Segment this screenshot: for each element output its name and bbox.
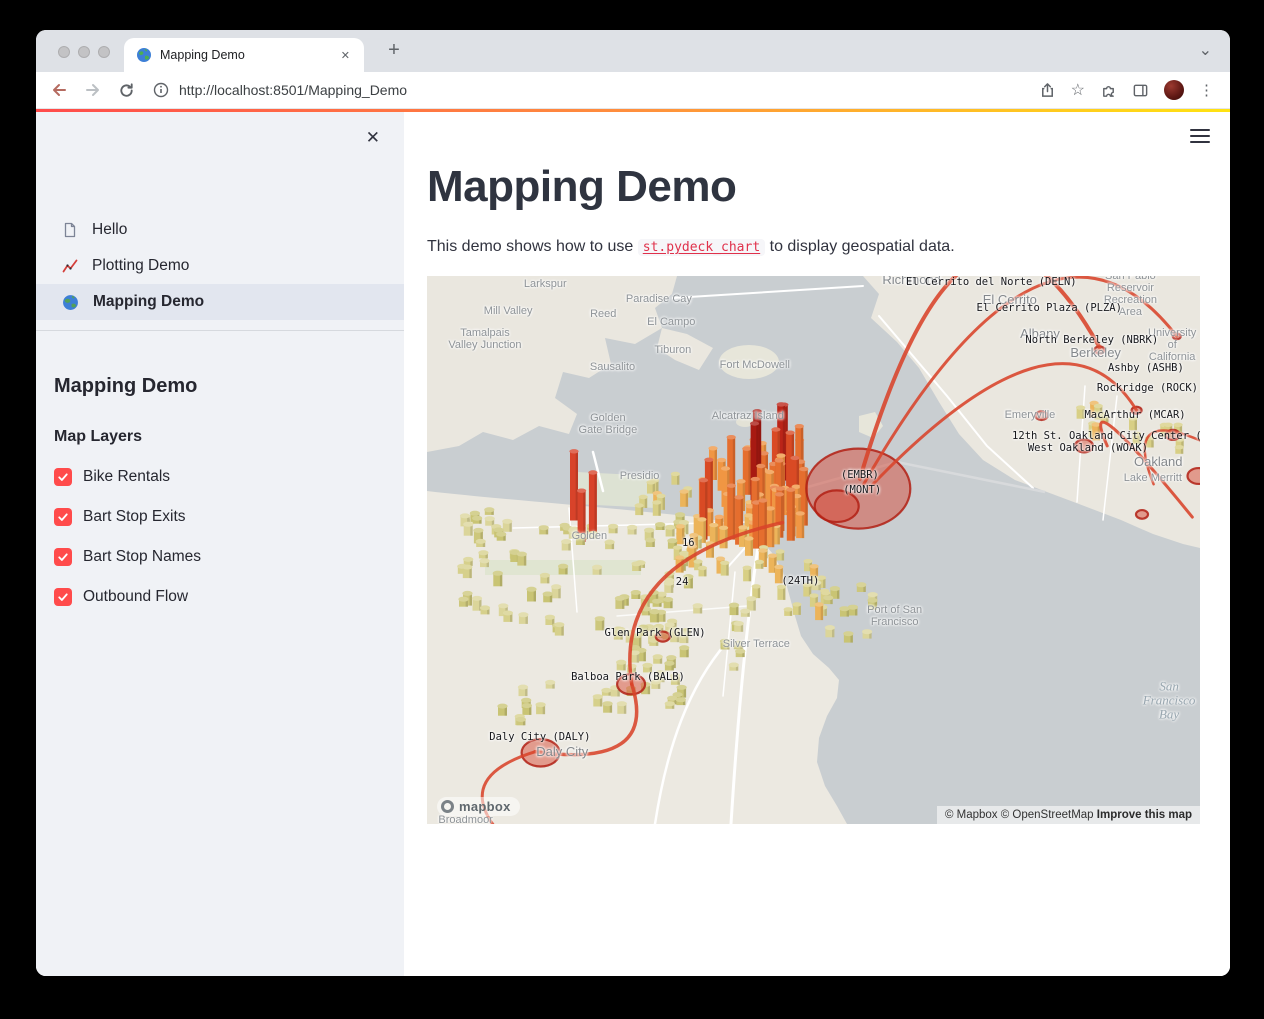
mapbox-logo-icon bbox=[441, 800, 454, 813]
mapbox-logo[interactable]: mapbox bbox=[437, 797, 520, 816]
extensions-puzzle-icon[interactable] bbox=[1100, 82, 1117, 99]
checkbox-outbound-flow[interactable] bbox=[54, 588, 72, 606]
browser-menu-icon[interactable]: ⋮ bbox=[1199, 81, 1214, 99]
tab-close-icon[interactable]: ✕ bbox=[337, 47, 354, 64]
sidebar-item-label: Mapping Demo bbox=[93, 293, 204, 311]
back-button[interactable] bbox=[50, 81, 68, 99]
intro-text: This demo shows how to use st.pydeck_cha… bbox=[427, 238, 1200, 256]
traffic-lights bbox=[58, 46, 110, 58]
checkbox-row-bart-stop-exits[interactable]: Bart Stop Exits bbox=[54, 486, 404, 526]
globe-icon bbox=[62, 294, 79, 311]
desktop-background: Mapping Demo ✕ + ⌄ bbox=[0, 0, 1264, 1019]
checkbox-row-bart-stop-names[interactable]: Bart Stop Names bbox=[54, 526, 404, 566]
site-info-icon[interactable] bbox=[153, 82, 169, 98]
tab-search-chevron-icon[interactable]: ⌄ bbox=[1199, 40, 1212, 60]
new-tab-button[interactable]: + bbox=[382, 39, 406, 63]
url-text[interactable]: http://localhost:8501/Mapping_Demo bbox=[179, 82, 407, 98]
check-icon bbox=[57, 471, 69, 483]
tab-strip: Mapping Demo ✕ + ⌄ bbox=[36, 30, 1230, 72]
checkbox-label: Bart Stop Names bbox=[83, 548, 201, 566]
checkbox-bike-rentals[interactable] bbox=[54, 468, 72, 486]
intro-after: to display geospatial data. bbox=[765, 238, 954, 255]
map-attribution: © Mapbox © OpenStreetMap Improve this ma… bbox=[937, 806, 1200, 824]
checkbox-label: Bart Stop Exits bbox=[83, 508, 186, 526]
close-window-button[interactable] bbox=[58, 46, 70, 58]
arcs-and-exits-layer bbox=[427, 276, 1200, 824]
side-panel-icon[interactable] bbox=[1132, 82, 1149, 99]
sidebar-item-label: Hello bbox=[92, 221, 127, 239]
page-title: Mapping Demo bbox=[427, 162, 1200, 212]
check-icon bbox=[57, 551, 69, 563]
streamlit-app: ✕ Hello Plotting Demo bbox=[36, 112, 1230, 976]
checkbox-row-outbound-flow[interactable]: Outbound Flow bbox=[54, 566, 404, 606]
browser-toolbar: http://localhost:8501/Mapping_Demo ☆ ⋮ bbox=[36, 72, 1230, 109]
checkbox-label: Bike Rentals bbox=[83, 468, 170, 486]
chart-icon bbox=[62, 258, 78, 274]
app-menu-hamburger-icon[interactable] bbox=[1190, 125, 1210, 147]
document-icon bbox=[62, 222, 78, 238]
sidebar-close-icon[interactable]: ✕ bbox=[362, 124, 384, 152]
zoom-window-button[interactable] bbox=[98, 46, 110, 58]
map-layers-heading: Map Layers bbox=[54, 428, 404, 446]
address-bar[interactable]: http://localhost:8501/Mapping_Demo bbox=[135, 82, 1039, 98]
minimize-window-button[interactable] bbox=[78, 46, 90, 58]
forward-button[interactable] bbox=[84, 81, 102, 99]
tab-title: Mapping Demo bbox=[160, 48, 329, 62]
intro-before: This demo shows how to use bbox=[427, 238, 638, 255]
sidebar-item-hello[interactable]: Hello bbox=[36, 212, 404, 248]
sidebar-title: Mapping Demo bbox=[54, 375, 404, 398]
attribution-text[interactable]: © Mapbox © OpenStreetMap bbox=[945, 809, 1097, 821]
mapbox-logo-text: mapbox bbox=[459, 799, 511, 814]
bookmark-star-icon[interactable]: ☆ bbox=[1071, 80, 1085, 100]
sidebar-divider bbox=[36, 330, 404, 331]
sidebar-item-label: Plotting Demo bbox=[92, 257, 189, 275]
check-icon bbox=[57, 591, 69, 603]
browser-tab[interactable]: Mapping Demo ✕ bbox=[124, 38, 364, 72]
sidebar: ✕ Hello Plotting Demo bbox=[36, 112, 404, 976]
profile-avatar[interactable] bbox=[1164, 80, 1184, 100]
pydeck-map[interactable]: LarkspurMill ValleyReedParadise CayEl Ca… bbox=[427, 276, 1200, 824]
improve-map-link[interactable]: Improve this map bbox=[1097, 809, 1192, 821]
browser-window: Mapping Demo ✕ + ⌄ bbox=[36, 30, 1230, 976]
sidebar-item-plotting-demo[interactable]: Plotting Demo bbox=[36, 248, 404, 284]
checkbox-label: Outbound Flow bbox=[83, 588, 188, 606]
main-content: Mapping Demo This demo shows how to use … bbox=[404, 112, 1230, 976]
checkbox-bart-stop-names[interactable] bbox=[54, 548, 72, 566]
page-nav: Hello Plotting Demo bbox=[36, 212, 404, 320]
sidebar-item-mapping-demo[interactable]: Mapping Demo bbox=[36, 284, 404, 320]
share-button[interactable] bbox=[1039, 82, 1056, 99]
globe-favicon-icon bbox=[136, 47, 152, 63]
check-icon bbox=[57, 511, 69, 523]
checkbox-row-bike-rentals[interactable]: Bike Rentals bbox=[54, 446, 404, 486]
reload-button[interactable] bbox=[118, 82, 135, 99]
pydeck-chart-code-link[interactable]: st.pydeck_chart bbox=[638, 239, 765, 256]
checkbox-bart-stop-exits[interactable] bbox=[54, 508, 72, 526]
